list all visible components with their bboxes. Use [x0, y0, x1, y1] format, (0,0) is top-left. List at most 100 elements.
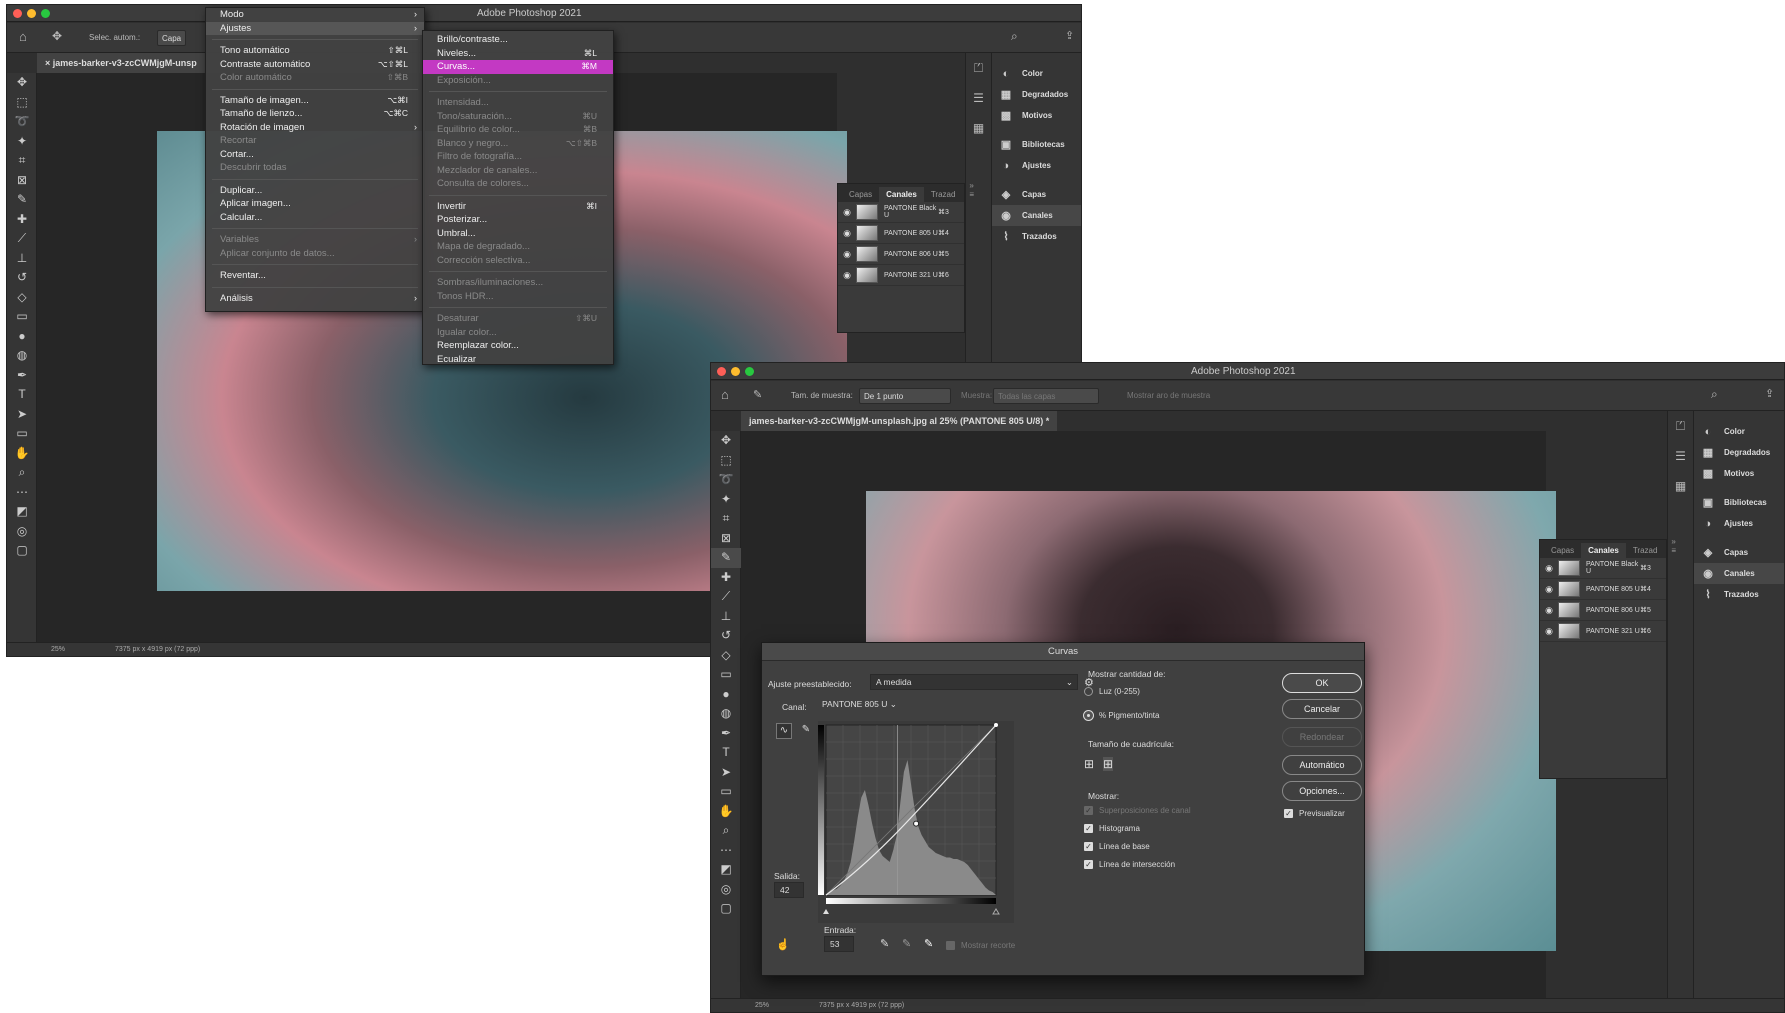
panel-item-color[interactable]: ◐ Color [1694, 421, 1784, 442]
preview-checkbox[interactable]: ✓ Previsualizar [1284, 809, 1345, 818]
home-icon[interactable]: ⌂ [19, 29, 27, 44]
menu-item[interactable]: Mapa de degradado... [423, 240, 613, 254]
show-option-checkbox[interactable]: ✓ Superposiciones de canal [1084, 806, 1191, 815]
panel-item-trazados[interactable]: ⌇ Trazados [992, 226, 1081, 247]
dodge-tool-icon[interactable]: ◍ [711, 704, 741, 724]
lasso-tool-icon[interactable]: ➰ [711, 470, 741, 490]
document-tab[interactable]: james-barker-v3-zcCWMjgM-unsplash.jpg al… [741, 411, 1058, 431]
panel-tab[interactable]: Trazad [924, 187, 963, 202]
auto-select-dropdown[interactable]: Capa [157, 30, 187, 46]
eye-icon[interactable]: ◉ [1540, 584, 1558, 595]
minimize-button[interactable] [731, 367, 740, 376]
menu-item[interactable]: Aplicar conjunto de datos... [206, 247, 424, 261]
menu-item[interactable]: Curvas... ⌘M [423, 60, 613, 74]
type-tool-icon[interactable]: T [711, 743, 741, 763]
menu-item[interactable]: Filtro de fotografía... [423, 150, 613, 164]
show-clipping-checkbox[interactable]: Mostrar recorte [946, 941, 1015, 950]
ok-button[interactable]: OK [1282, 673, 1362, 693]
marquee-tool-icon[interactable]: ⬚ [711, 451, 741, 471]
menu-item[interactable]: Duplicar... [206, 184, 424, 198]
color-swatches-icon[interactable]: ◩ [711, 860, 741, 880]
panel-item-capas[interactable]: ◈ Capas [1694, 542, 1784, 563]
healing-brush-icon[interactable]: ✚ [7, 210, 37, 230]
menu-item[interactable]: Reemplazar color... [423, 339, 613, 353]
panel-item-motivos[interactable]: ▩ Motivos [992, 105, 1081, 126]
curve-point-tool-icon[interactable]: ∿ [776, 723, 792, 739]
screen-mode-icon[interactable]: ▢ [7, 541, 37, 561]
panel-item-motivos[interactable]: ▩ Motivos [1694, 463, 1784, 484]
blur-tool-icon[interactable]: ● [7, 327, 37, 347]
channel-row[interactable]: ◉ PANTONE Black U ⌘3 [1540, 558, 1666, 579]
menu-item[interactable]: Calcular... [206, 211, 424, 225]
panel-tab[interactable]: Capas [1544, 543, 1581, 558]
brush-tool-icon[interactable]: ⟋ [7, 229, 37, 249]
panel-item-color[interactable]: ◐ Color [992, 63, 1081, 84]
type-tool-icon[interactable]: T [7, 385, 37, 405]
input-field[interactable]: 53 [824, 936, 854, 952]
panel-item-bibliotecas[interactable]: ▣ Bibliotecas [1694, 492, 1784, 513]
menu-item[interactable]: Tamaño de imagen... ⌥⌘I [206, 94, 424, 108]
frame-tool-icon[interactable]: ⊠ [7, 171, 37, 191]
channel-row[interactable]: ◉ PANTONE 321 U ⌘6 [1540, 621, 1666, 642]
frame-tool-icon[interactable]: ⊠ [711, 529, 741, 549]
healing-brush-icon[interactable]: ✚ [711, 568, 741, 588]
search-icon[interactable]: ⌕ [1011, 29, 1018, 44]
more-tools-icon[interactable]: ⋯ [7, 483, 37, 503]
close-button[interactable] [13, 9, 22, 18]
panel-item-canales[interactable]: ◉ Canales [1694, 563, 1784, 584]
gradient-tool-icon[interactable]: ▭ [7, 307, 37, 327]
close-button[interactable] [717, 367, 726, 376]
pigment-radio[interactable]: % Pigmento/tinta [1084, 711, 1159, 720]
magic-wand-icon[interactable]: ✦ [7, 132, 37, 152]
panel-tab[interactable]: Canales [1581, 543, 1626, 558]
zoom-tool-icon[interactable]: ⌕ [711, 821, 741, 841]
rectangle-tool-icon[interactable]: ▭ [711, 782, 741, 802]
screen-mode-icon[interactable]: ▢ [711, 899, 741, 919]
smooth-button[interactable]: Redondear [1282, 727, 1362, 747]
panel-tab[interactable]: Capas [842, 187, 879, 202]
hand-tool-icon[interactable]: ✋ [711, 802, 741, 822]
eyedropper-icon[interactable]: ✎ [753, 388, 762, 401]
panel-item-canales[interactable]: ◉ Canales [992, 205, 1081, 226]
move-tool-icon[interactable]: ✥ [711, 431, 741, 451]
show-option-checkbox[interactable]: ✓ Línea de base [1084, 842, 1150, 851]
share-icon[interactable]: ⇪ [1765, 387, 1774, 400]
menu-item[interactable]: Ecualizar [423, 353, 613, 367]
show-option-checkbox[interactable]: ✓ Línea de intersección [1084, 860, 1175, 869]
menu-item[interactable]: Invertir ⌘I [423, 200, 613, 214]
eye-icon[interactable]: ◉ [838, 249, 856, 260]
history-brush-icon[interactable]: ↺ [7, 268, 37, 288]
sample-dropdown[interactable]: Todas las capas [993, 388, 1099, 404]
panel-item-ajustes[interactable]: ◑ Ajustes [1694, 513, 1784, 534]
menu-item[interactable]: Desaturar ⇧⌘U [423, 312, 613, 326]
document-tab[interactable]: × james-barker-v3-zcCWMjgM-unsp [37, 53, 205, 73]
eraser-icon[interactable]: ◇ [7, 288, 37, 308]
adjust-icon[interactable]: ☰ [1668, 441, 1693, 471]
eye-icon[interactable]: ◉ [1540, 626, 1558, 637]
channel-row[interactable]: ◉ PANTONE 321 U ⌘6 [838, 265, 964, 286]
crop-tool-icon[interactable]: ⌗ [7, 151, 37, 171]
eyedropper-icon[interactable]: ✎ [711, 548, 741, 568]
grid-icon[interactable]: ▦ [1668, 471, 1693, 501]
menu-item[interactable]: Aplicar imagen... [206, 197, 424, 211]
menu-item[interactable]: Sombras/iluminaciones... [423, 276, 613, 290]
menu-item[interactable]: Intensidad... [423, 96, 613, 110]
magic-wand-icon[interactable]: ✦ [711, 490, 741, 510]
eye-icon[interactable]: ◉ [1540, 605, 1558, 616]
menu-item[interactable]: Equilibrio de color... ⌘B [423, 123, 613, 137]
simple-grid-icon[interactable]: ⊞ [1084, 757, 1094, 771]
more-tools-icon[interactable]: ⋯ [711, 841, 741, 861]
channel-row[interactable]: ◉ PANTONE 805 U ⌘4 [1540, 579, 1666, 600]
panel-tab[interactable]: Canales [879, 187, 924, 202]
move-tool-icon[interactable]: ✥ [7, 73, 37, 93]
output-field[interactable]: 42 [774, 882, 804, 898]
history-icon[interactable]: ⏍ [966, 53, 991, 83]
blur-tool-icon[interactable]: ● [711, 685, 741, 705]
detailed-grid-icon[interactable]: ⊞ [1103, 757, 1114, 771]
panel-item-degradados[interactable]: ▦ Degradados [1694, 442, 1784, 463]
minimize-button[interactable] [27, 9, 36, 18]
menu-item[interactable]: Tonos HDR... [423, 290, 613, 304]
panel-item-trazados[interactable]: ⌇ Trazados [1694, 584, 1784, 605]
on-image-adjust-icon[interactable]: ☝ [776, 938, 790, 951]
menu-item[interactable]: Reventar... [206, 269, 424, 283]
